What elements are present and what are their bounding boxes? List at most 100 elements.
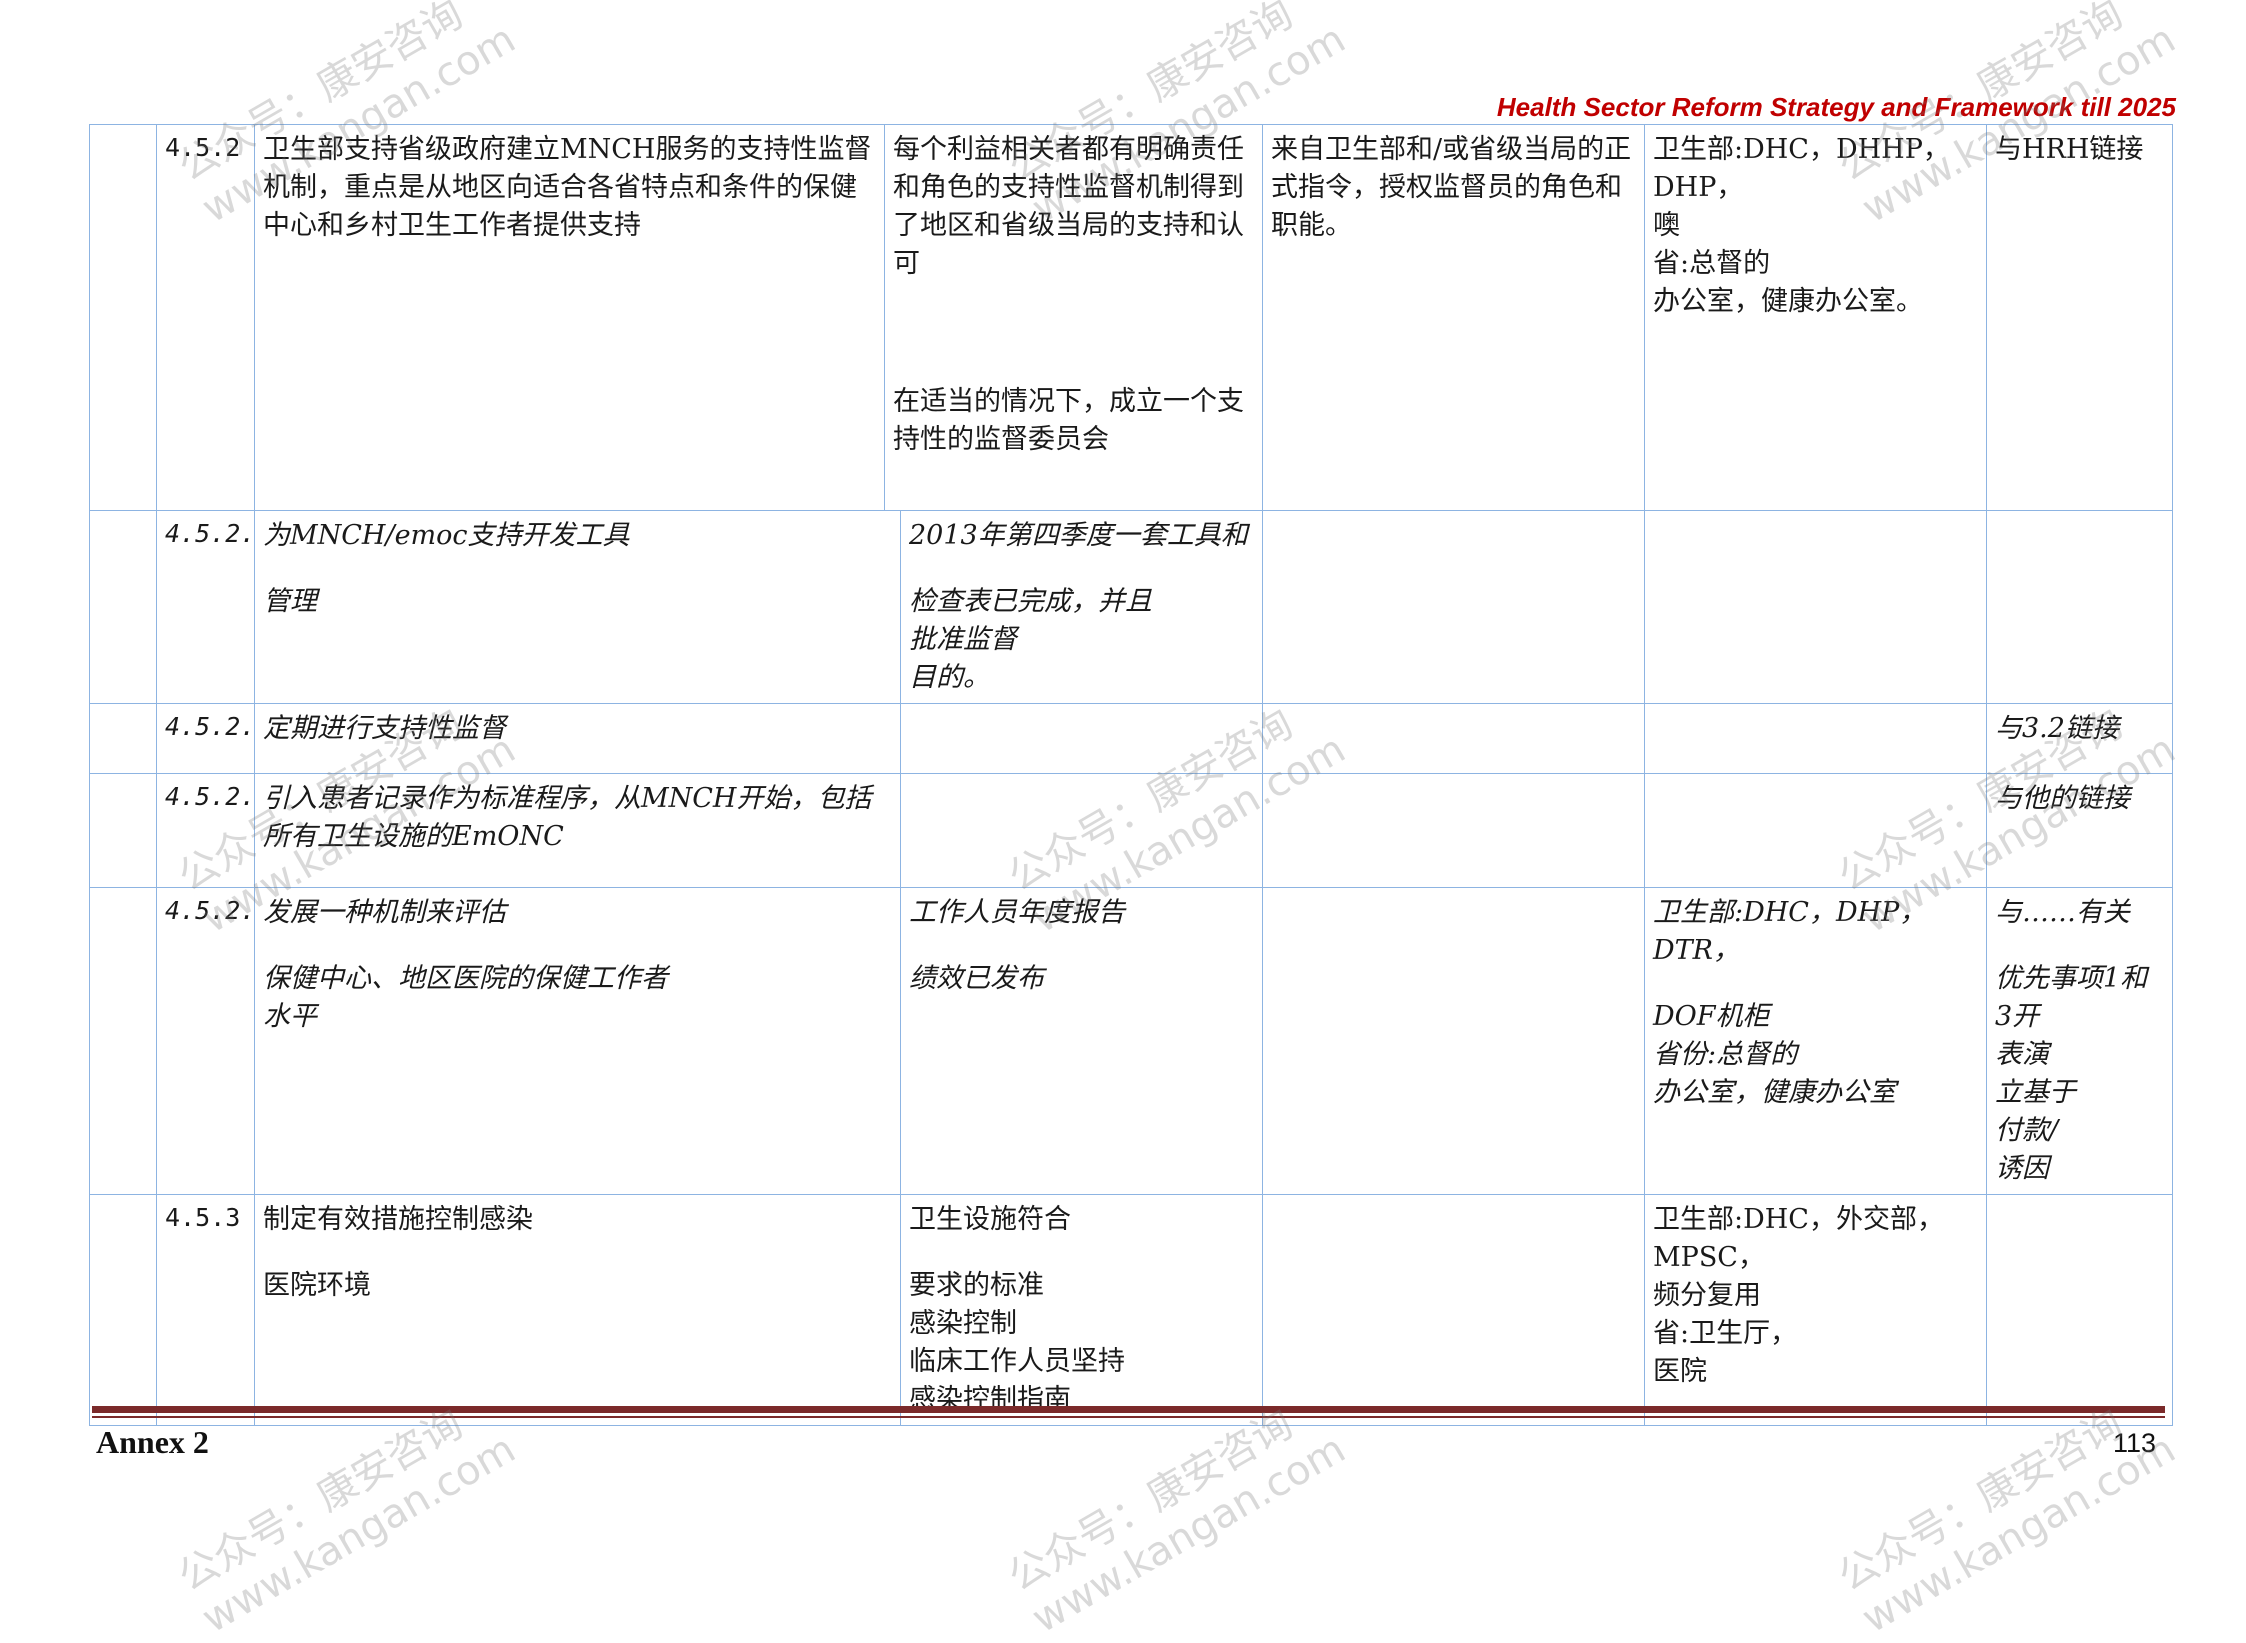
cell-text-line: 每个利益相关者都有明确责任和角色的支持性监督机制得到了地区和省级当局的支持和认可 — [893, 134, 1244, 279]
blank-cell — [89, 773, 157, 888]
cell-text-line: 在适当的情况下，成立一个支持性的监督委员会 — [893, 386, 1244, 455]
cell-text-line: 诱因 — [1995, 1153, 2049, 1184]
cell-text-line: 省份:总督的 — [1653, 1039, 1798, 1070]
table-row: 4.5.3 制定有效措施控制感染 医院环境 卫生设施符合 要求的标准感染控制临床工作… — [89, 1194, 2173, 1426]
cell-text-line: 办公室，健康办公室。 — [1653, 286, 1923, 317]
blank-cell — [89, 1194, 157, 1426]
table-row: 4.5.2.2 定期进行支持性监督 与3.2链接 — [89, 703, 2173, 774]
indicator-cell — [900, 773, 1263, 888]
indicator-cell: 每个利益相关者都有明确责任和角色的支持性监督机制得到了地区和省级当局的支持和认可… — [884, 124, 1263, 511]
activity-cell: 为MNCH/emoc支持开发工具 管理 — [254, 510, 901, 704]
table-row: 4.5.2.4 发展一种机制来评估保健中心、地区医院的保健工作者水平 工作人员年… — [89, 887, 2173, 1195]
row-number: 4.5.2.1 — [156, 510, 255, 704]
annex-table: 4.5.2 卫生部支持省级政府建立MNCH服务的支持性监督机制，重点是从地区向适… — [89, 124, 2173, 1426]
cell-text-line: 立基于 — [1995, 1077, 2076, 1108]
page-number: 113 — [2112, 1428, 2156, 1458]
table-row: 4.5.2.1 为MNCH/emoc支持开发工具管理 2013年第四季度一套工具… — [89, 510, 2173, 704]
indicator-cell — [900, 703, 1263, 774]
cell-text-line: 感染控制指南 — [909, 1384, 1071, 1415]
cell-text-line: 医院 — [1653, 1356, 1707, 1387]
cell-text-line: 与3.2链接 — [1995, 713, 2119, 744]
cell-text-line: 卫生部:DHC，外交部， — [1653, 1204, 1944, 1235]
cell-text-line: 感染控制 — [909, 1308, 1017, 1339]
cell-text-line: 卫生部:DHC，DHHP， — [1653, 134, 1950, 165]
row-number: 4.5.2.4 — [156, 887, 255, 1195]
cell-text-line: 办公室，健康办公室 — [1653, 1077, 1896, 1108]
cell-text-line: DOF机柜 — [1653, 1001, 1770, 1032]
means-cell — [1262, 510, 1645, 704]
cell-text-line: 噢 — [1653, 210, 1680, 241]
activity-cell: 发展一种机制来评估保健中心、地区医院的保健工作者 水平 — [254, 887, 901, 1195]
cell-text-line: 卫生部支持省级政府建立MNCH服务的支持性监督机制，重点是从地区向适合各省特点和… — [263, 134, 872, 241]
cell-text-line: 检查表已完成，并且 — [909, 586, 1152, 617]
indicator-cell: 工作人员年度报告 绩效已发布 — [900, 887, 1263, 1195]
cell-text-line: DHP， — [1653, 172, 1744, 203]
cell-text-line: 省:总督的 — [1653, 248, 1771, 279]
cell-text-line: 定期进行支持性监督 — [263, 713, 506, 744]
blank-cell — [89, 887, 157, 1195]
table-row: 4.5.2.3 引入患者记录作为标准程序，从MNCH开始，包括所有卫生设施的Em… — [89, 773, 2173, 888]
indicator-cell: 卫生设施符合 要求的标准感染控制临床工作人员坚持 感染控制指南 — [900, 1194, 1263, 1426]
means-cell — [1262, 703, 1645, 774]
blank-cell — [89, 703, 157, 774]
remarks-cell: 与HRH链接 — [1986, 124, 2173, 511]
activity-cell: 引入患者记录作为标准程序，从MNCH开始，包括所有卫生设施的EmONC — [254, 773, 901, 888]
cell-text-line: 临床工作人员坚持 — [909, 1346, 1125, 1377]
cell-text-line: 频分复用 — [1653, 1280, 1761, 1311]
row-number: 4.5.2.2 — [156, 703, 255, 774]
indicator-cell: 2013年第四季度一套工具和 检查表已完成，并且 批准监督目的。 — [900, 510, 1263, 704]
cell-text-line: 3开 — [1995, 1001, 2040, 1032]
responsible-cell — [1644, 703, 1987, 774]
footer-rule-thin — [92, 1416, 2165, 1418]
cell-text-line: 与……有关 — [1995, 897, 2130, 928]
activity-cell: 制定有效措施控制感染 医院环境 — [254, 1194, 901, 1426]
remarks-cell — [1986, 1194, 2173, 1426]
cell-text-line: 与他的链接 — [1995, 783, 2130, 814]
cell-text-line: MPSC， — [1653, 1242, 1765, 1273]
cell-text-line: 来自卫生部和/或省级当局的正式指令，授权监督员的角色和职能。 — [1271, 134, 1632, 241]
cell-text-line: 引入患者记录作为标准程序，从MNCH开始，包括所有卫生设施的EmONC — [263, 783, 872, 852]
remarks-cell: 与……有关优先事项1和 3开表演立基于付款/诱因 — [1986, 887, 2173, 1195]
responsible-cell: 卫生部:DHC，DHP，DTR， DOF机柜省份:总督的办公室，健康办公室 — [1644, 887, 1987, 1195]
cell-text-line: 医院环境 — [263, 1270, 371, 1301]
cell-text-line: 发展一种机制来评估 — [263, 897, 506, 928]
cell-text-line: 优先事项1和 — [1995, 963, 2148, 994]
cell-text-line: 批准监督 — [909, 624, 1017, 655]
responsible-cell: 卫生部:DHC，外交部， MPSC， 频分复用省:卫生厅， 医院 — [1644, 1194, 1987, 1426]
activity-cell: 定期进行支持性监督 — [254, 703, 901, 774]
cell-text-line: 与HRH链接 — [1995, 134, 2144, 165]
cell-text-line: 工作人员年度报告 — [909, 897, 1125, 928]
cell-text-line: 目的。 — [909, 662, 990, 693]
means-cell — [1262, 773, 1645, 888]
row-number: 4.5.2 — [156, 124, 255, 511]
activity-cell: 卫生部支持省级政府建立MNCH服务的支持性监督机制，重点是从地区向适合各省特点和… — [254, 124, 885, 511]
cell-text-line: 省:卫生厅， — [1653, 1318, 1798, 1349]
annex-label: Annex 2 — [96, 1424, 209, 1460]
cell-text-line: 2013年第四季度一套工具和 — [909, 520, 1248, 551]
cell-text-line: 水平 — [263, 1001, 317, 1032]
remarks-cell: 与3.2链接 — [1986, 703, 2173, 774]
row-number: 4.5.3 — [156, 1194, 255, 1426]
blank-cell — [89, 124, 157, 511]
means-cell — [1262, 1194, 1645, 1426]
cell-text-line: 卫生设施符合 — [909, 1204, 1071, 1235]
cell-text-line: 付款/ — [1995, 1115, 2059, 1146]
cell-text-line: 卫生部:DHC，DHP，DTR， — [1653, 897, 1927, 966]
cell-text-line: 表演 — [1995, 1039, 2049, 1070]
row-number: 4.5.2.3 — [156, 773, 255, 888]
cell-text-line: 为MNCH/emoc支持开发工具 — [263, 520, 630, 551]
footer-rule-thick — [92, 1406, 2165, 1413]
cell-text-line: 要求的标准 — [909, 1270, 1044, 1301]
remarks-cell: 与他的链接 — [1986, 773, 2173, 888]
cell-text-line: 保健中心、地区医院的保健工作者 — [263, 963, 668, 994]
responsible-cell — [1644, 773, 1987, 888]
responsible-cell: 卫生部:DHC，DHHP， DHP， 噢省:总督的办公室，健康办公室。 — [1644, 124, 1987, 511]
cell-text-line: 管理 — [263, 586, 317, 617]
table-row: 4.5.2 卫生部支持省级政府建立MNCH服务的支持性监督机制，重点是从地区向适… — [89, 124, 2173, 511]
cell-text-line: 绩效已发布 — [909, 963, 1044, 994]
document-header-title: Health Sector Reform Strategy and Framew… — [1496, 92, 2176, 122]
means-cell — [1262, 887, 1645, 1195]
remarks-cell — [1986, 510, 2173, 704]
cell-text-line: 制定有效措施控制感染 — [263, 1204, 533, 1235]
means-cell: 来自卫生部和/或省级当局的正式指令，授权监督员的角色和职能。 — [1262, 124, 1645, 511]
